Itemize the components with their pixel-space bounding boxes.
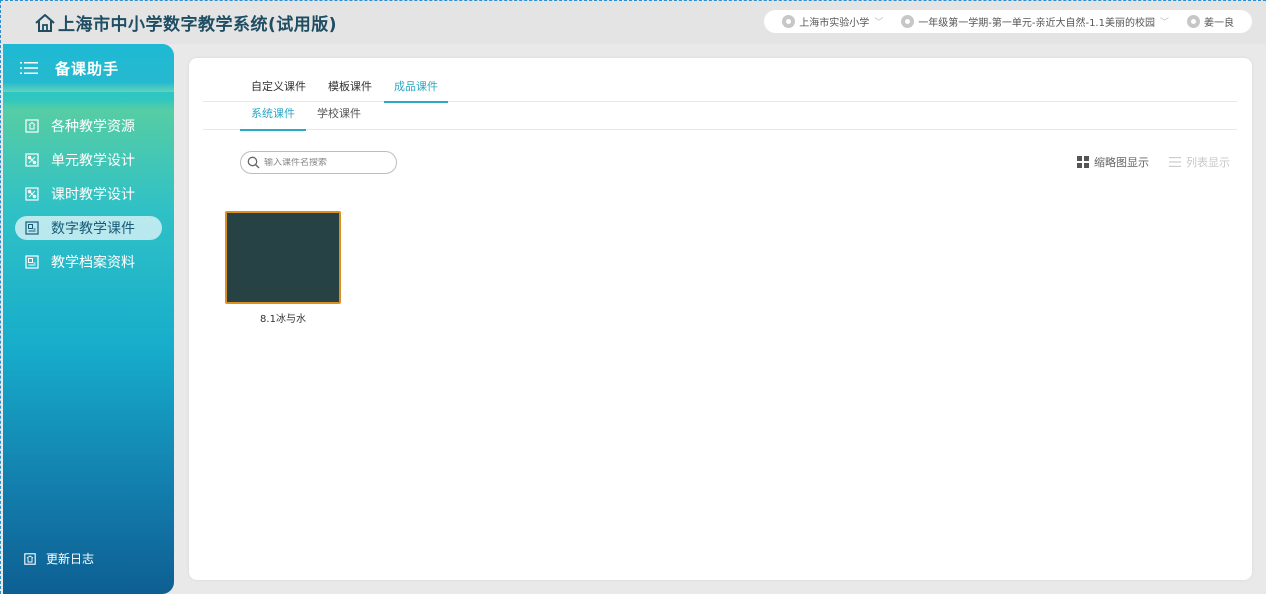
chevron-down-icon: ﹀	[1159, 18, 1169, 28]
courseware-title: 8.1冰与水	[260, 314, 306, 325]
user-menu[interactable]: 姜一良	[1187, 14, 1234, 29]
search-box	[240, 151, 397, 174]
courseware-card[interactable]: 8.1冰与水	[225, 211, 341, 325]
sidebar-menu: 各种教学资源 单元教学设计 课时教学设计 数字教学课件 教学档案资料	[3, 114, 174, 284]
archive-icon	[25, 255, 39, 269]
user-avatar-icon	[1187, 15, 1200, 28]
user-name: 姜一良	[1204, 18, 1234, 29]
update-log-link[interactable]: 更新日志	[24, 550, 94, 567]
thumbnail-view-button[interactable]: 缩略图显示	[1077, 154, 1149, 170]
sidebar: 备课助手 各种教学资源 单元教学设计 课时教学设计 数字教学课件 教学档案资料 …	[3, 44, 174, 594]
menu-icon	[20, 62, 38, 74]
school-name: 上海市实验小学	[799, 18, 870, 29]
sidebar-title: 备课助手	[55, 59, 120, 78]
dashed-frame-left	[0, 0, 1, 594]
source-subtabs: 系统课件 学校课件	[203, 104, 1237, 131]
sidebar-header[interactable]: 备课助手	[3, 44, 174, 92]
lesson-icon	[901, 15, 915, 28]
sidebar-item-resources[interactable]: 各种教学资源	[15, 114, 162, 138]
list-view-label: 列表显示	[1186, 156, 1230, 169]
sidebar-item-label: 数字教学课件	[51, 221, 135, 237]
lesson-design-icon	[25, 187, 39, 201]
search-input[interactable]	[264, 157, 384, 168]
sidebar-item-lesson-design[interactable]: 课时教学设计	[15, 182, 162, 206]
main-panel: 自定义课件 模板课件 成品课件 系统课件 学校课件 缩略图显示	[189, 58, 1252, 580]
lesson-name: 一年级第一学期-第一单元-亲近大自然-1.1美丽的校园	[918, 18, 1155, 29]
subtab-system[interactable]: 系统课件	[240, 104, 306, 131]
sidebar-item-label: 课时教学设计	[51, 187, 135, 203]
tab-finished[interactable]: 成品课件	[384, 78, 448, 103]
tab-custom[interactable]: 自定义课件	[251, 78, 306, 102]
courseware-thumbnail[interactable]	[225, 211, 341, 304]
sidebar-item-label: 教学档案资料	[51, 255, 135, 271]
school-icon	[782, 15, 796, 28]
search-icon	[247, 156, 260, 169]
dashed-frame-top	[0, 0, 1266, 1]
sidebar-item-archive[interactable]: 教学档案资料	[15, 250, 162, 274]
unit-design-icon	[25, 153, 39, 167]
school-selector[interactable]: 上海市实验小学 ﹀	[782, 14, 883, 29]
sidebar-item-label: 各种教学资源	[51, 119, 135, 135]
app-title-text: 上海市中小学数字教学系统(试用版)	[58, 15, 338, 35]
list-view-button[interactable]: 列表显示	[1169, 154, 1230, 170]
resource-icon	[25, 119, 39, 133]
app-title[interactable]: 上海市中小学数字教学系统(试用版)	[34, 10, 337, 35]
view-mode-toggle: 缩略图显示 列表显示	[1057, 154, 1230, 170]
sidebar-item-label: 单元教学设计	[51, 153, 135, 169]
thumbnail-view-label: 缩略图显示	[1094, 156, 1149, 169]
courseware-type-tabs: 自定义课件 模板课件 成品课件	[203, 78, 1237, 103]
update-log-label: 更新日志	[46, 552, 95, 566]
tab-template[interactable]: 模板课件	[328, 78, 372, 102]
sidebar-item-unit-design[interactable]: 单元教学设计	[15, 148, 162, 172]
context-bar: 上海市实验小学 ﹀ 一年级第一学期-第一单元-亲近大自然-1.1美丽的校园 ﹀ …	[764, 10, 1252, 33]
grid-icon	[1077, 156, 1089, 168]
sidebar-item-courseware[interactable]: 数字教学课件	[15, 216, 162, 240]
subtab-school[interactable]: 学校课件	[317, 104, 361, 130]
log-icon	[24, 552, 36, 565]
chevron-down-icon: ﹀	[874, 18, 884, 28]
home-icon	[35, 13, 55, 32]
list-icon	[1169, 157, 1181, 167]
courseware-icon	[25, 221, 39, 235]
top-header: 上海市中小学数字教学系统(试用版) 上海市实验小学 ﹀ 一年级第一学期-第一单元…	[0, 0, 1266, 44]
lesson-selector[interactable]: 一年级第一学期-第一单元-亲近大自然-1.1美丽的校园 ﹀	[901, 14, 1169, 29]
